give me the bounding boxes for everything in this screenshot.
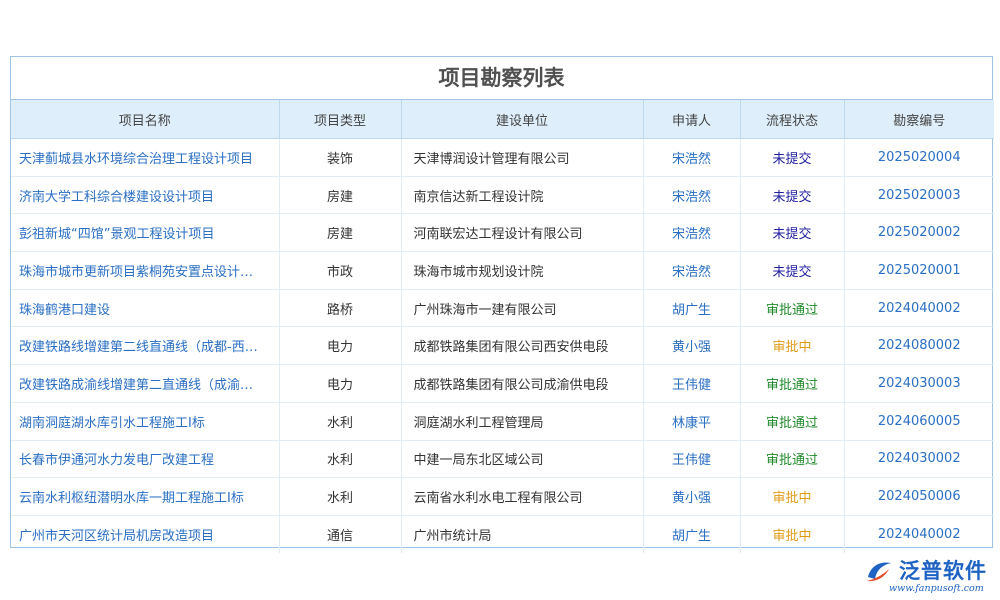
applicant-link[interactable]: 胡广生 [643,289,740,327]
table-row[interactable]: 彭祖新城“四馆”景观工程设计项目房建河南联宏达工程设计有限公司宋浩然未提交202… [11,214,994,252]
construction-unit-cell: 中建一局东北区域公司 [401,440,643,478]
applicant-link[interactable]: 王伟健 [643,440,740,478]
construction-unit-cell: 广州珠海市一建有限公司 [401,289,643,327]
table-row[interactable]: 改建铁路成渝线增建第二直通线（成渝…电力成都铁路集团有限公司成渝供电段王伟健审批… [11,365,994,403]
project-name-link[interactable]: 改建铁路线增建第二线直通线（成都-西… [11,327,279,365]
project-name-link[interactable]: 长春市伊通河水力发电厂改建工程 [11,440,279,478]
survey-code-link[interactable]: 2024080002 [844,327,994,365]
table-row[interactable]: 云南水利枢纽潜明水库一期工程施工I标水利云南省水利水电工程有限公司黄小强审批中2… [11,478,994,516]
construction-unit-cell: 云南省水利水电工程有限公司 [401,478,643,516]
applicant-link[interactable]: 黄小强 [643,327,740,365]
table-row[interactable]: 湖南洞庭湖水库引水工程施工I标水利洞庭湖水利工程管理局林康平审批通过202406… [11,402,994,440]
survey-code-link[interactable]: 2024060005 [844,402,994,440]
table-row[interactable]: 天津蓟城县水环境综合治理工程设计项目装饰天津博润设计管理有限公司宋浩然未提交20… [11,139,994,177]
construction-unit-cell: 成都铁路集团有限公司成渝供电段 [401,365,643,403]
logo-name: 泛普软件 [899,555,987,585]
process-status-cell: 审批通过 [740,289,844,327]
project-type-cell: 电力 [279,327,401,365]
fanpu-logo-icon [865,559,893,583]
project-type-cell: 路桥 [279,289,401,327]
project-survey-table: 项目名称 项目类型 建设单位 申请人 流程状态 勘察编号 天津蓟城县水环境综合治… [11,100,994,553]
column-header-project-type[interactable]: 项目类型 [279,100,401,139]
project-type-cell: 房建 [279,176,401,214]
applicant-link[interactable]: 林康平 [643,402,740,440]
survey-code-link[interactable]: 2024030002 [844,440,994,478]
table-row[interactable]: 珠海鹤港口建设路桥广州珠海市一建有限公司胡广生审批通过2024040002 [11,289,994,327]
survey-code-link[interactable]: 2024040002 [844,515,994,552]
construction-unit-cell: 河南联宏达工程设计有限公司 [401,214,643,252]
construction-unit-cell: 广州市统计局 [401,515,643,552]
fanpu-logo: 泛普软件 www.fanpusoft.com [865,555,990,597]
applicant-link[interactable]: 宋浩然 [643,176,740,214]
table-header-row: 项目名称 项目类型 建设单位 申请人 流程状态 勘察编号 [11,100,994,139]
construction-unit-cell: 天津博润设计管理有限公司 [401,139,643,177]
survey-code-link[interactable]: 2025020003 [844,176,994,214]
project-name-link[interactable]: 济南大学工科综合楼建设设计项目 [11,176,279,214]
project-survey-panel: 项目勘察列表 项目名称 项目类型 建设单位 申请人 流程状态 勘察编号 天津蓟城… [10,56,993,548]
construction-unit-cell: 洞庭湖水利工程管理局 [401,402,643,440]
applicant-link[interactable]: 宋浩然 [643,139,740,177]
project-type-cell: 房建 [279,214,401,252]
page-title: 项目勘察列表 [11,57,992,100]
project-name-link[interactable]: 改建铁路成渝线增建第二直通线（成渝… [11,365,279,403]
column-header-survey-code[interactable]: 勘察编号 [844,100,994,139]
project-type-cell: 装饰 [279,139,401,177]
column-header-construction-unit[interactable]: 建设单位 [401,100,643,139]
project-name-link[interactable]: 彭祖新城“四馆”景观工程设计项目 [11,214,279,252]
process-status-cell: 未提交 [740,139,844,177]
table-row[interactable]: 改建铁路线增建第二线直通线（成都-西…电力成都铁路集团有限公司西安供电段黄小强审… [11,327,994,365]
project-type-cell: 通信 [279,515,401,552]
process-status-cell: 审批中 [740,478,844,516]
table-row[interactable]: 广州市天河区统计局机房改造项目通信广州市统计局胡广生审批中2024040002 [11,515,994,552]
applicant-link[interactable]: 宋浩然 [643,214,740,252]
process-status-cell: 审批通过 [740,440,844,478]
project-name-link[interactable]: 珠海鹤港口建设 [11,289,279,327]
project-type-cell: 水利 [279,402,401,440]
construction-unit-cell: 南京信达新工程设计院 [401,176,643,214]
project-name-link[interactable]: 广州市天河区统计局机房改造项目 [11,515,279,552]
survey-code-link[interactable]: 2025020004 [844,139,994,177]
column-header-process-status[interactable]: 流程状态 [740,100,844,139]
project-type-cell: 市政 [279,252,401,290]
table-row[interactable]: 珠海市城市更新项目紫桐苑安置点设计…市政珠海市城市规划设计院宋浩然未提交2025… [11,252,994,290]
project-type-cell: 电力 [279,365,401,403]
survey-code-link[interactable]: 2024050006 [844,478,994,516]
survey-code-link[interactable]: 2024040002 [844,289,994,327]
applicant-link[interactable]: 黄小强 [643,478,740,516]
applicant-link[interactable]: 胡广生 [643,515,740,552]
survey-code-link[interactable]: 2025020002 [844,214,994,252]
applicant-link[interactable]: 宋浩然 [643,252,740,290]
table-row[interactable]: 济南大学工科综合楼建设设计项目房建南京信达新工程设计院宋浩然未提交2025020… [11,176,994,214]
project-name-link[interactable]: 湖南洞庭湖水库引水工程施工I标 [11,402,279,440]
construction-unit-cell: 成都铁路集团有限公司西安供电段 [401,327,643,365]
table-row[interactable]: 长春市伊通河水力发电厂改建工程水利中建一局东北区域公司王伟健审批通过202403… [11,440,994,478]
table-body: 天津蓟城县水环境综合治理工程设计项目装饰天津博润设计管理有限公司宋浩然未提交20… [11,139,994,553]
process-status-cell: 审批中 [740,515,844,552]
column-header-applicant[interactable]: 申请人 [643,100,740,139]
process-status-cell: 未提交 [740,214,844,252]
applicant-link[interactable]: 王伟健 [643,365,740,403]
project-name-link[interactable]: 天津蓟城县水环境综合治理工程设计项目 [11,139,279,177]
project-type-cell: 水利 [279,440,401,478]
project-name-link[interactable]: 云南水利枢纽潜明水库一期工程施工I标 [11,478,279,516]
project-type-cell: 水利 [279,478,401,516]
construction-unit-cell: 珠海市城市规划设计院 [401,252,643,290]
process-status-cell: 未提交 [740,176,844,214]
process-status-cell: 审批中 [740,327,844,365]
survey-code-link[interactable]: 2025020001 [844,252,994,290]
column-header-project-name[interactable]: 项目名称 [11,100,279,139]
process-status-cell: 审批通过 [740,365,844,403]
project-name-link[interactable]: 珠海市城市更新项目紫桐苑安置点设计… [11,252,279,290]
survey-code-link[interactable]: 2024030003 [844,365,994,403]
logo-url: www.fanpusoft.com [889,583,984,594]
process-status-cell: 未提交 [740,252,844,290]
process-status-cell: 审批通过 [740,402,844,440]
